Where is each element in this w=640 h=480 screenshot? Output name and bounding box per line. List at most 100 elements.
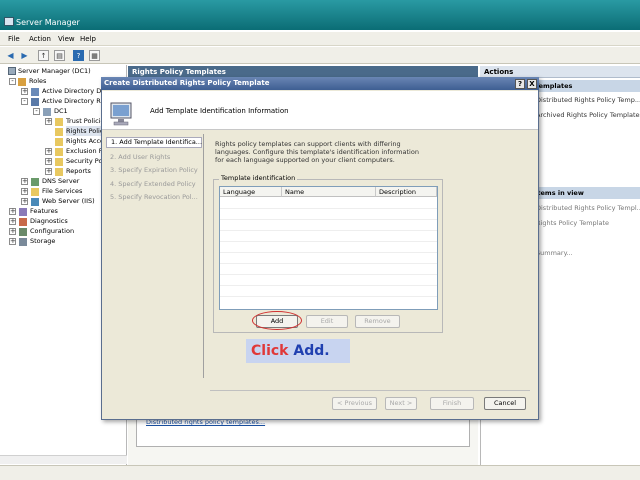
web-server-icon xyxy=(31,198,39,206)
forward-arrow-icon[interactable]: ▶ xyxy=(19,50,30,61)
storage-icon xyxy=(19,238,27,246)
tree-item-dc1[interactable]: DC1 xyxy=(54,106,68,116)
tree-item-exclusion[interactable]: Exclusion P xyxy=(66,146,103,156)
template-identification-table[interactable] xyxy=(219,186,438,310)
tree-horizontal-scrollbar[interactable] xyxy=(0,455,127,464)
back-arrow-icon[interactable]: ◀ xyxy=(5,50,16,61)
add-button-highlight xyxy=(252,311,302,330)
expand-icon[interactable]: + xyxy=(9,238,16,245)
tree-item-rights-policy[interactable]: Rights Polic xyxy=(66,126,104,136)
expand-icon[interactable]: + xyxy=(45,168,52,175)
previous-button[interactable]: < Previous xyxy=(332,397,377,410)
table-gridline xyxy=(220,230,437,231)
tree-item-web-server[interactable]: Web Server (IIS) xyxy=(42,196,95,206)
step-revocation-policy[interactable]: 5. Specify Revocation Pol... xyxy=(106,193,198,201)
tree-item-roles[interactable]: Roles xyxy=(29,76,46,86)
menu-view[interactable]: View xyxy=(58,35,75,43)
step-user-rights[interactable]: 2. Add User Rights xyxy=(106,153,170,161)
ad-rms-icon xyxy=(31,98,39,106)
action-archived-templates[interactable]: Archived Rights Policy Templates xyxy=(536,111,640,119)
tree-item-ad-ds[interactable]: Active Directory Do xyxy=(42,86,105,96)
properties-icon[interactable]: ▦ xyxy=(89,50,100,61)
dialog-header-text: Add Template Identification Information xyxy=(150,107,289,115)
action-distributed-item[interactable]: Distributed Rights Policy Templ... xyxy=(536,204,640,212)
dns-icon xyxy=(31,178,39,186)
folder-icon xyxy=(55,148,63,156)
edit-button[interactable]: Edit xyxy=(306,315,348,328)
tree-item-ad-rms[interactable]: Active Directory Rig xyxy=(42,96,107,106)
step-expiration-policy[interactable]: 3. Specify Expiration Policy xyxy=(106,166,198,174)
close-button[interactable]: X xyxy=(527,79,537,89)
server-manager-icon xyxy=(4,17,14,26)
help-icon[interactable]: ? xyxy=(73,50,84,61)
show-hide-tree-icon[interactable]: ▤ xyxy=(54,50,65,61)
finish-button[interactable]: Finish xyxy=(430,397,474,410)
collapse-icon[interactable]: - xyxy=(9,78,16,85)
configuration-icon xyxy=(19,228,27,236)
wizard-steps: 1. Add Template Identifica... 2. Add Use… xyxy=(106,134,202,374)
menu-file[interactable]: File xyxy=(8,35,20,43)
tree-item-file-services[interactable]: File Services xyxy=(42,186,82,196)
table-gridline xyxy=(220,285,437,286)
tree-item-diagnostics[interactable]: Diagnostics xyxy=(30,216,68,226)
expand-icon[interactable]: + xyxy=(21,178,28,185)
toolbar: ◀ ▶ ↑ ▤ ? ▦ xyxy=(0,47,640,64)
tree-item-security[interactable]: Security Pol xyxy=(66,156,104,166)
action-summary[interactable]: Summary... xyxy=(536,249,573,257)
tree-item-rights-account[interactable]: Rights Acco xyxy=(66,136,104,146)
remove-button[interactable]: Remove xyxy=(355,315,400,328)
status-bar xyxy=(0,465,640,480)
roles-icon xyxy=(18,78,26,86)
wizard-separator xyxy=(203,134,204,378)
collapse-icon[interactable]: - xyxy=(21,98,28,105)
action-rights-policy-template[interactable]: Rights Policy Template xyxy=(536,219,609,227)
expand-icon[interactable]: + xyxy=(9,218,16,225)
help-button[interactable]: ? xyxy=(515,79,525,89)
folder-icon xyxy=(55,118,63,126)
dialog-bottom-separator xyxy=(210,390,530,391)
step-template-identification[interactable]: 1. Add Template Identifica... xyxy=(106,137,202,148)
server-icon xyxy=(8,67,16,75)
window-title: Server Manager xyxy=(16,18,80,27)
tree-item-configuration[interactable]: Configuration xyxy=(30,226,74,236)
features-icon xyxy=(19,208,27,216)
tree-item-trust-policies[interactable]: Trust Policie xyxy=(66,116,104,126)
expand-icon[interactable]: + xyxy=(9,228,16,235)
up-folder-icon[interactable]: ↑ xyxy=(38,50,49,61)
diagnostics-icon xyxy=(19,218,27,226)
table-gridline xyxy=(220,296,437,297)
expand-icon[interactable]: + xyxy=(9,208,16,215)
table-gridline xyxy=(220,263,437,264)
expand-icon[interactable]: + xyxy=(21,188,28,195)
window-titlebar[interactable] xyxy=(0,0,640,30)
tree-item-dns[interactable]: DNS Server xyxy=(42,176,79,186)
table-gridline xyxy=(220,252,437,253)
expand-icon[interactable]: + xyxy=(21,198,28,205)
tree-item-storage[interactable]: Storage xyxy=(30,236,55,246)
expand-icon[interactable]: + xyxy=(45,148,52,155)
tree-item-features[interactable]: Features xyxy=(30,206,58,216)
table-gridline xyxy=(220,208,437,209)
menu-help[interactable]: Help xyxy=(80,35,96,43)
menu-action[interactable]: Action xyxy=(29,35,51,43)
ad-ds-icon xyxy=(31,88,39,96)
expand-icon[interactable]: + xyxy=(21,88,28,95)
expand-icon[interactable]: + xyxy=(45,158,52,165)
folder-icon xyxy=(55,158,63,166)
action-distributed-templates[interactable]: Distributed Rights Policy Temp... xyxy=(536,96,640,104)
column-header-language[interactable]: Language xyxy=(220,187,282,197)
dialog-title[interactable]: Create Distributed Rights Policy Templat… xyxy=(101,77,539,90)
tree-item-root[interactable]: Server Manager (DC1) xyxy=(18,66,91,76)
cluster-icon xyxy=(43,108,51,116)
column-header-name[interactable]: Name xyxy=(282,187,376,197)
collapse-icon[interactable]: - xyxy=(33,108,40,115)
column-header-description[interactable]: Description xyxy=(376,187,437,197)
next-button[interactable]: Next > xyxy=(385,397,417,410)
folder-icon xyxy=(55,138,63,146)
step-extended-policy[interactable]: 4. Specify Extended Policy xyxy=(106,180,196,188)
menu-bar: File Action View Help xyxy=(0,32,640,46)
tree-item-reports[interactable]: Reports xyxy=(66,166,91,176)
cancel-button[interactable]: Cancel xyxy=(484,397,526,410)
expand-icon[interactable]: + xyxy=(45,118,52,125)
instruction-callout: Click Add. xyxy=(246,339,350,363)
